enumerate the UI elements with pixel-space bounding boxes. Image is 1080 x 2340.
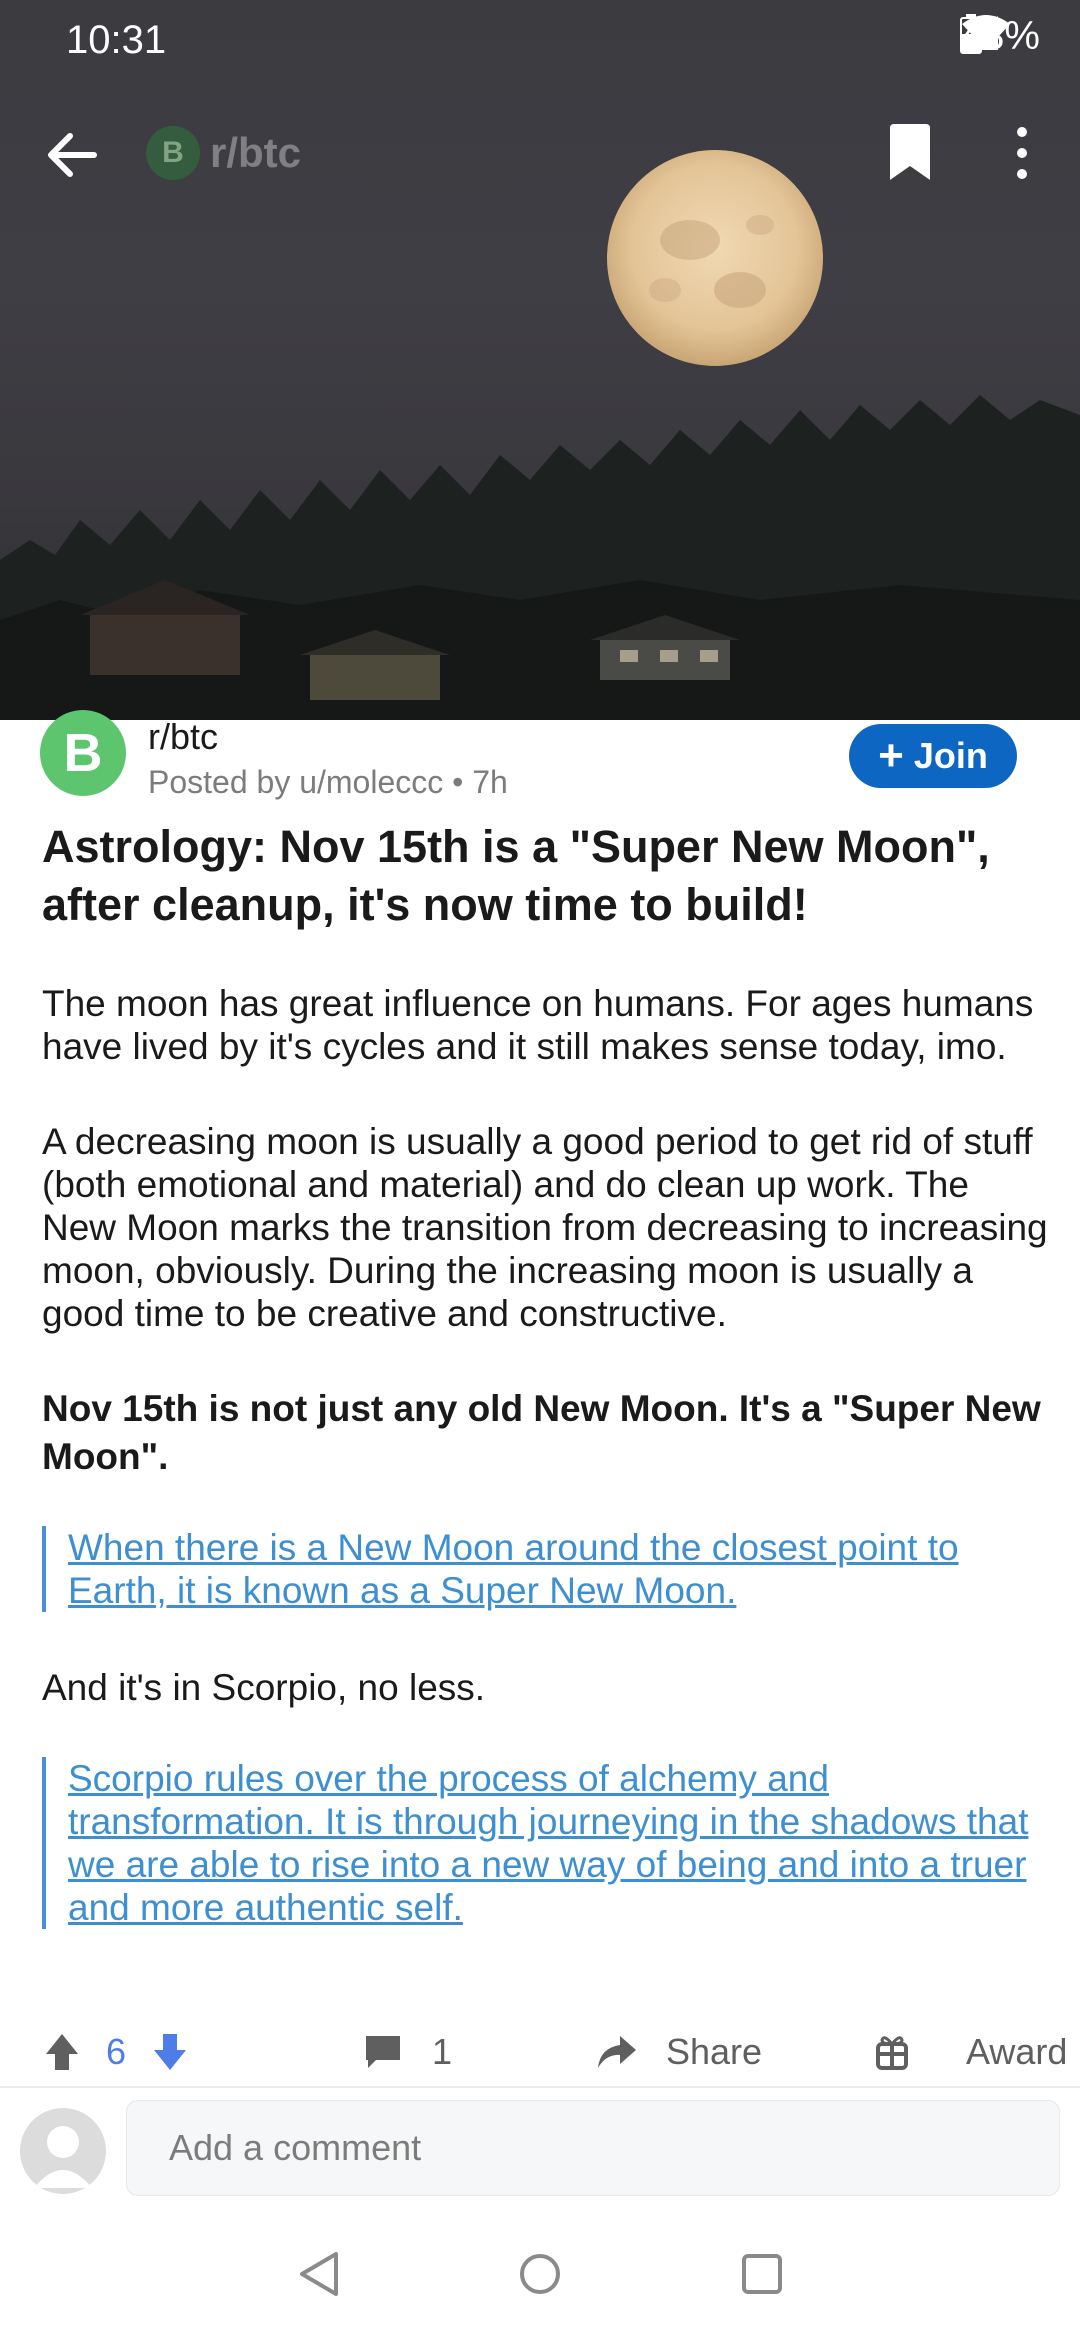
- join-label: Join: [913, 735, 988, 776]
- downvote-icon[interactable]: [150, 2030, 190, 2074]
- user-avatar[interactable]: [20, 2108, 106, 2194]
- quote-link[interactable]: Scorpio rules over the process of alchem…: [68, 1758, 1028, 1928]
- more-options-button[interactable]: [1000, 118, 1044, 188]
- nav-subreddit[interactable]: B r/btc: [146, 126, 301, 180]
- quote-link[interactable]: When there is a New Moon around the clos…: [68, 1527, 959, 1611]
- vote-group: 6: [42, 2020, 190, 2084]
- gift-icon: [876, 2036, 908, 2070]
- comment-icon: [366, 2036, 400, 2068]
- upvote-icon[interactable]: [42, 2030, 82, 2074]
- comment-row: Add a comment: [0, 2100, 1080, 2200]
- arrow-left-icon: [48, 133, 97, 177]
- post-paragraph-bold: Nov 15th is not just any old New Moon. I…: [42, 1388, 1041, 1477]
- subreddit-icon[interactable]: B: [40, 710, 126, 796]
- share-button[interactable]: Share: [594, 2020, 762, 2084]
- comments-button[interactable]: 1: [362, 2020, 452, 2084]
- add-comment-input[interactable]: Add a comment: [126, 2100, 1060, 2196]
- more-vertical-icon: [1017, 127, 1027, 179]
- subreddit-name[interactable]: r/btc: [148, 716, 218, 758]
- post-banner-image[interactable]: 10:31 48% B r/btc: [0, 0, 1080, 720]
- status-icons: 48%: [959, 14, 1040, 59]
- moon-landscape-image: [0, 150, 1080, 720]
- divider: [0, 2086, 1080, 2088]
- post-meta: Posted by u/moleccc • 7h: [148, 764, 508, 800]
- award-button[interactable]: Award: [872, 2020, 1067, 2084]
- blockquote: Scorpio rules over the process of alchem…: [42, 1757, 1052, 1929]
- back-button[interactable]: [40, 120, 110, 190]
- award-label: Award: [966, 2031, 1068, 2072]
- system-back-icon[interactable]: [296, 2250, 342, 2298]
- post-paragraph: The moon has great influence on humans. …: [42, 983, 1034, 1067]
- avatar-placeholder-icon: [34, 2126, 92, 2188]
- post-action-bar: 6 1 Share Award: [0, 2020, 1080, 2084]
- bookmark-button[interactable]: [880, 118, 940, 188]
- system-nav-bar: [0, 2220, 1080, 2340]
- share-icon: [598, 2036, 636, 2068]
- battery-icon: [959, 14, 982, 54]
- bookmark-icon: [890, 124, 930, 180]
- post-header: B r/btc Posted by u/moleccc • 7h + Join: [0, 710, 1080, 810]
- subreddit-avatar: B: [146, 126, 200, 180]
- comment-count: 1: [432, 2031, 453, 2072]
- system-home-icon[interactable]: [518, 2252, 562, 2296]
- blockquote: When there is a New Moon around the clos…: [42, 1526, 1052, 1612]
- system-recents-icon[interactable]: [740, 2252, 784, 2296]
- status-bar: 10:31 48%: [0, 0, 1080, 80]
- status-time: 10:31: [66, 18, 167, 62]
- top-nav: B r/btc: [0, 110, 1080, 200]
- post-paragraph: A decreasing moon is usually a good peri…: [42, 1121, 1048, 1334]
- join-button[interactable]: + Join: [849, 724, 1017, 788]
- nav-subreddit-name: r/btc: [210, 129, 302, 176]
- vote-count: 6: [106, 2031, 127, 2072]
- post-title: Astrology: Nov 15th is a "Super New Moon…: [42, 821, 990, 930]
- share-label: Share: [666, 2031, 763, 2072]
- plus-icon: +: [878, 731, 904, 780]
- post-paragraph: And it's in Scorpio, no less.: [42, 1667, 486, 1708]
